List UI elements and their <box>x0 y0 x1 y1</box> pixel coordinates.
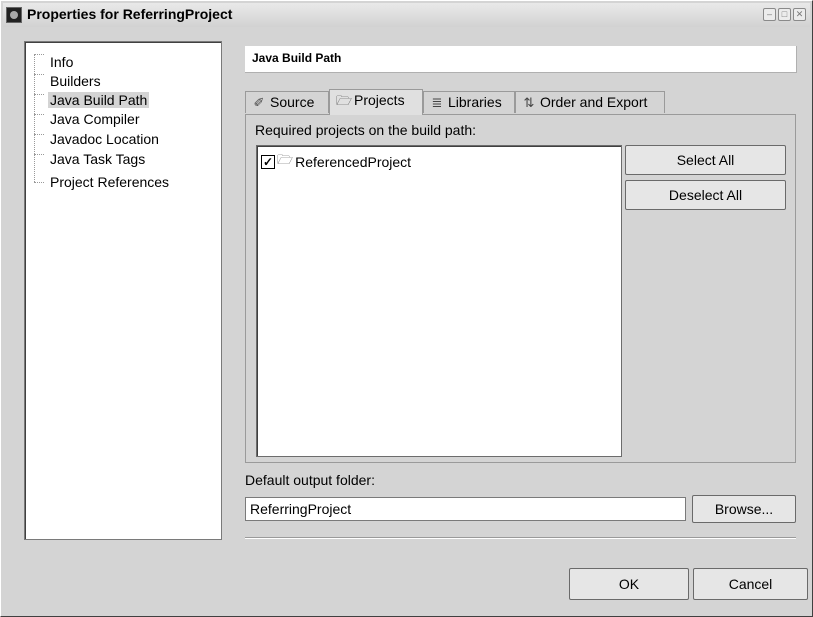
output-folder-field[interactable]: ReferringProject <box>245 497 686 521</box>
libraries-icon: ≣ <box>431 95 443 110</box>
nav-item-java-task-tags[interactable]: Java Task Tags <box>50 151 145 167</box>
tab-libraries[interactable]: ≣ Libraries <box>423 91 515 113</box>
eclipse-app-icon <box>6 7 22 23</box>
deselect-all-button[interactable]: Deselect All <box>625 180 786 210</box>
project-checkbox[interactable]: ✓ <box>261 155 275 169</box>
properties-dialog: Properties for ReferringProject – □ ✕ In… <box>0 0 813 617</box>
title-bar[interactable]: Properties for ReferringProject – □ ✕ <box>3 3 810 27</box>
page-title-bar: Java Build Path <box>245 46 797 73</box>
tab-libraries-label: Libraries <box>448 94 502 110</box>
ok-button[interactable]: OK <box>569 568 689 600</box>
output-folder-label: Default output folder: <box>245 472 375 488</box>
required-projects-list[interactable]: ✓ 🗁 ReferencedProject <box>256 145 622 457</box>
maximize-icon[interactable]: □ <box>778 8 791 21</box>
tab-projects-label: Projects <box>354 92 405 108</box>
nav-item-java-build-path[interactable]: Java Build Path <box>48 92 150 108</box>
list-item[interactable]: ✓ 🗁 ReferencedProject <box>261 151 411 173</box>
separator <box>245 537 796 539</box>
minimize-icon[interactable]: – <box>763 8 776 21</box>
tab-projects[interactable]: 🗁 Projects <box>329 89 423 115</box>
nav-item-builders[interactable]: Builders <box>50 73 101 89</box>
properties-nav-tree: Info Builders Java Build Path Java Compi… <box>24 41 222 540</box>
projects-icon: 🗁 <box>336 93 353 108</box>
tab-order-export[interactable]: ⇅ Order and Export <box>515 91 665 113</box>
nav-item-javadoc-location[interactable]: Javadoc Location <box>50 131 159 147</box>
tab-source-label: Source <box>270 94 315 110</box>
required-projects-label: Required projects on the build path: <box>255 122 477 138</box>
project-folder-icon: 🗁 <box>277 152 294 167</box>
close-icon[interactable]: ✕ <box>793 8 806 21</box>
project-name: ReferencedProject <box>295 154 412 170</box>
tab-source[interactable]: ✐ Source <box>245 91 329 113</box>
page-title: Java Build Path <box>252 51 342 65</box>
nav-item-info[interactable]: Info <box>50 54 73 70</box>
select-all-button[interactable]: Select All <box>625 145 786 175</box>
window-title: Properties for ReferringProject <box>27 6 233 22</box>
order-export-icon: ⇅ <box>523 95 535 110</box>
cancel-button[interactable]: Cancel <box>693 568 808 600</box>
browse-button[interactable]: Browse... <box>692 495 796 523</box>
tab-order-export-label: Order and Export <box>540 94 648 110</box>
source-icon: ✐ <box>253 95 265 110</box>
nav-item-project-references[interactable]: Project References <box>50 174 169 190</box>
nav-item-java-compiler[interactable]: Java Compiler <box>50 111 139 127</box>
